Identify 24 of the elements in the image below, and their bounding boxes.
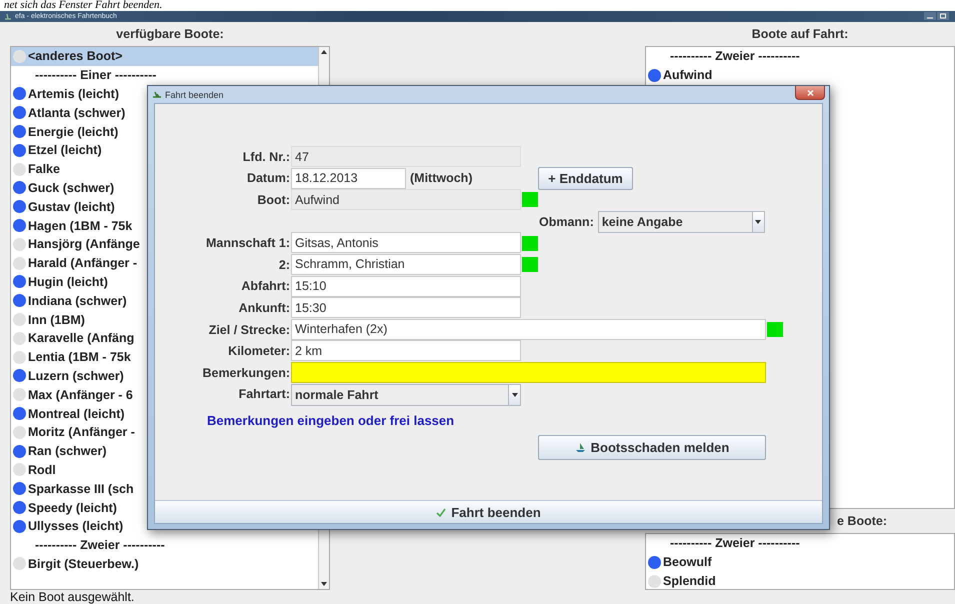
field-label: Datum: bbox=[246, 171, 291, 186]
field-label: Ziel / Strecke: bbox=[208, 322, 291, 337]
field-label: Mannschaft 1: bbox=[204, 236, 291, 250]
weekday-label: (Mittwoch) bbox=[410, 171, 474, 186]
group-separator: ---------- Einer ---------- bbox=[34, 67, 158, 84]
document-text: net sich das Fenster Fahrt beenden. bbox=[3, 0, 164, 11]
field-label: Ankunft: bbox=[238, 300, 291, 315]
dialog-title: Fahrt beenden bbox=[165, 90, 224, 100]
group-separator: ---------- Zweier ---------- bbox=[669, 535, 801, 552]
field-label: Lfd. Nr.: bbox=[242, 150, 291, 164]
field-label: Abfahrt: bbox=[240, 279, 291, 294]
list-heading: verfügbare Boote: bbox=[115, 26, 225, 43]
field-label: Fahrtart: bbox=[238, 387, 291, 402]
field-label: Kilometer: bbox=[227, 344, 291, 358]
group-separator: ---------- Zweier ---------- bbox=[669, 48, 801, 66]
status-text: Kein Boot ausgewählt. bbox=[10, 590, 136, 604]
list-heading: Boote auf Fahrt: bbox=[750, 26, 850, 43]
field-label: 2: bbox=[278, 258, 291, 272]
group-separator: ---------- Zweier ---------- bbox=[34, 537, 166, 554]
hint-text: Bemerkungen eingeben oder frei lassen bbox=[207, 413, 456, 428]
field-label: Boot: bbox=[256, 192, 291, 207]
list-heading: e Boote: bbox=[836, 513, 888, 530]
field-label: Bemerkungen: bbox=[201, 366, 291, 380]
field-label: Obmann: bbox=[539, 214, 595, 229]
